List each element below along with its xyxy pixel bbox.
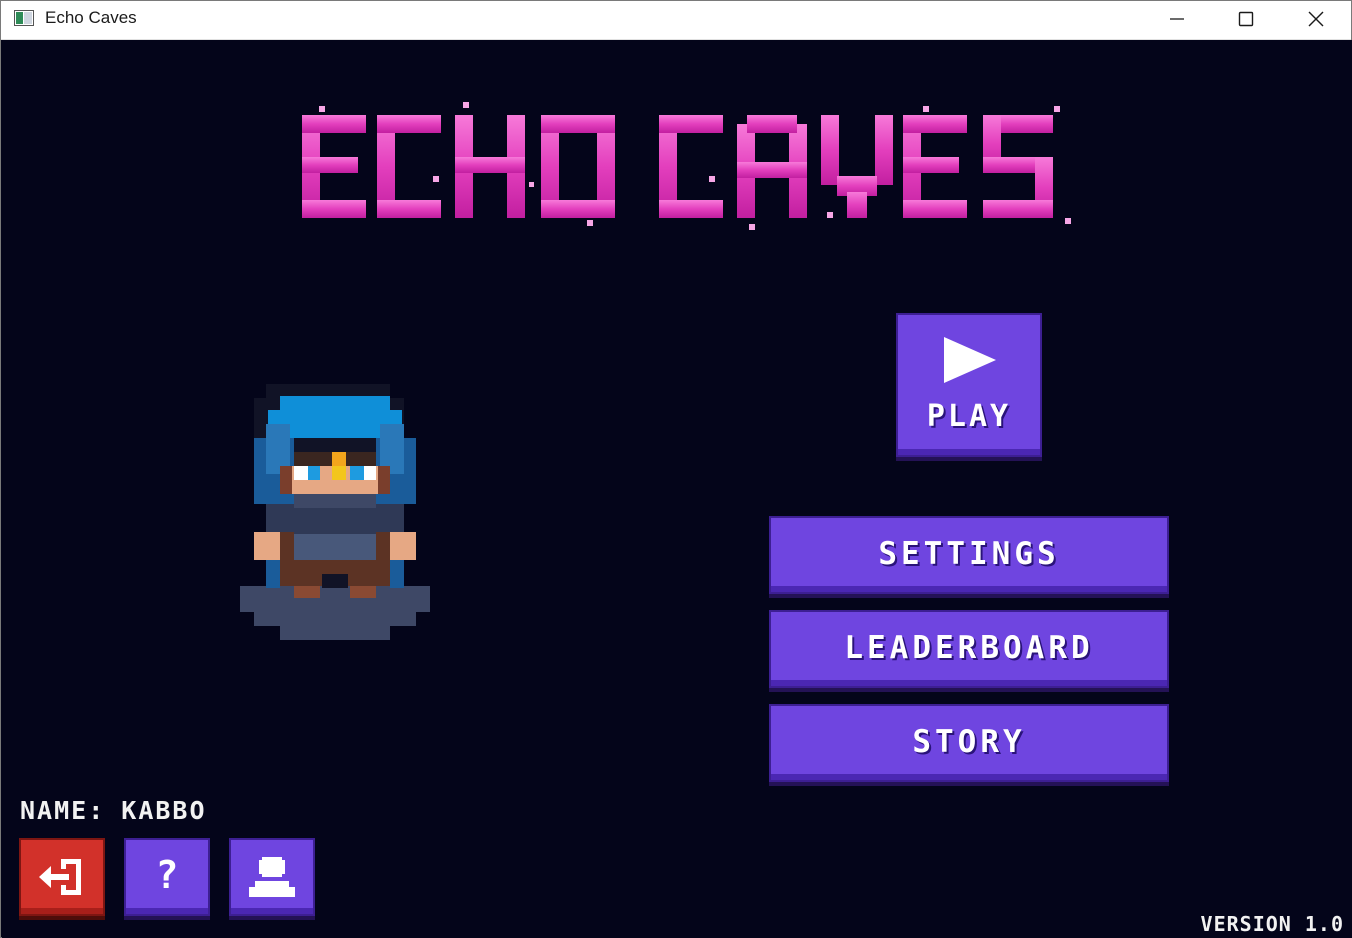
player-name-label: NAME: <box>20 796 106 825</box>
profile-button[interactable] <box>229 838 315 916</box>
leaderboard-button[interactable]: LEADERBOARD <box>769 610 1169 688</box>
story-label: STORY <box>912 724 1026 760</box>
settings-button[interactable]: SETTINGS <box>769 516 1169 594</box>
game-canvas: PLAY SETTINGS LEADERBOARD STORY NAME: KA… <box>2 40 1352 938</box>
player-name-value: KABBO <box>121 796 207 825</box>
help-button[interactable]: ? <box>124 838 210 916</box>
version-label: VERSION 1.0 <box>1200 912 1344 936</box>
user-icon <box>249 857 295 897</box>
leaderboard-label: LEADERBOARD <box>844 630 1094 666</box>
minimize-button[interactable] <box>1142 1 1212 37</box>
player-name: NAME: KABBO <box>20 796 207 825</box>
app-icon <box>14 10 34 26</box>
exit-door-icon <box>39 859 81 895</box>
player-character-sprite <box>240 384 430 642</box>
close-icon <box>1308 11 1324 27</box>
play-icon <box>944 337 996 383</box>
game-title-art <box>302 102 1071 230</box>
app-window: Echo Caves PLAY SETTINGS LEADERBOARD STO… <box>0 0 1352 938</box>
exit-button[interactable] <box>19 838 105 916</box>
maximize-icon <box>1238 11 1254 27</box>
settings-label: SETTINGS <box>878 536 1060 572</box>
help-icon: ? <box>155 853 179 897</box>
minimize-icon <box>1170 18 1184 20</box>
play-button[interactable]: PLAY <box>896 313 1042 457</box>
play-label: PLAY <box>926 399 1012 434</box>
close-button[interactable] <box>1281 1 1351 37</box>
window-title: Echo Caves <box>45 8 137 27</box>
title-bar[interactable]: Echo Caves <box>1 1 1351 40</box>
game-title-logo <box>297 102 1077 232</box>
maximize-button[interactable] <box>1211 1 1281 37</box>
story-button[interactable]: STORY <box>769 704 1169 782</box>
